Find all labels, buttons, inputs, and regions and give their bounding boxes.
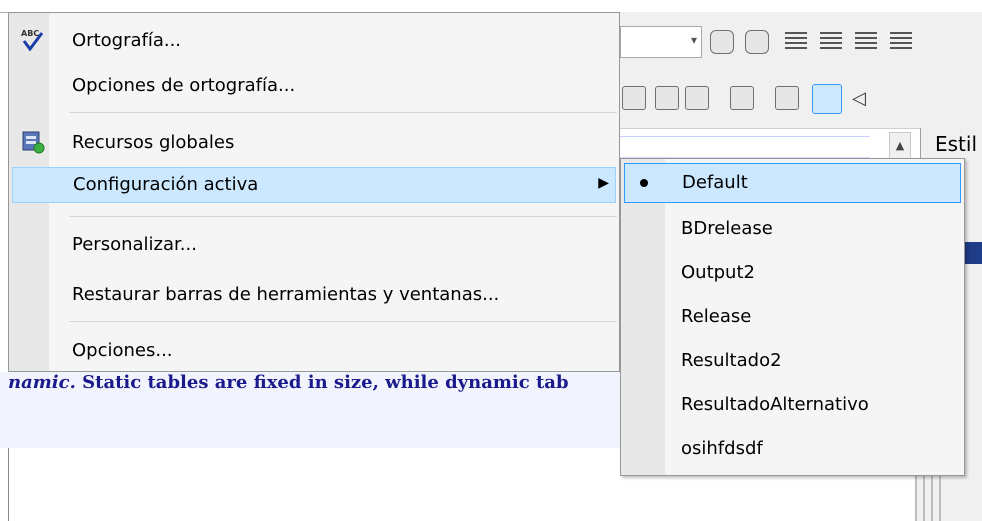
submenu-item-label: Resultado2: [681, 350, 782, 371]
scroll-up-button[interactable]: ▲: [889, 132, 911, 160]
spellcheck-icon: ABC: [21, 29, 44, 52]
document-text: namic. Static tables are fixed in size, …: [8, 372, 569, 393]
submenu-item-resultado-alternativo[interactable]: ResultadoAlternativo: [624, 385, 961, 425]
chevron-down-icon[interactable]: ▾: [691, 33, 697, 47]
align-center-icon[interactable]: [820, 32, 842, 52]
copy-icon[interactable]: [730, 86, 754, 110]
menu-item-label: Configuración activa: [73, 174, 259, 195]
menu-item-label: Ortografía...: [72, 30, 182, 51]
menu-item-customize[interactable]: Personalizar...: [12, 227, 616, 263]
menu-separator: [69, 321, 617, 322]
menu-item-global-resources[interactable]: Recursos globales: [12, 125, 616, 161]
svg-text:ABC: ABC: [21, 29, 39, 38]
editor-input-line[interactable]: [620, 136, 870, 160]
menu-item-label: Personalizar...: [72, 234, 197, 255]
menu-item-restore-toolbars[interactable]: Restaurar barras de herramientas y venta…: [12, 277, 616, 313]
save-all-icon[interactable]: [655, 86, 679, 110]
align-left-icon[interactable]: [785, 32, 807, 52]
align-right-icon[interactable]: [855, 32, 877, 52]
submenu-item-label: ResultadoAlternativo: [681, 394, 869, 415]
document-text-italic: namic.: [8, 372, 76, 393]
document-text-rest: Static tables are fixed in size, while d…: [75, 372, 569, 393]
submenu-item-label: BDrelease: [681, 218, 773, 239]
submenu-item-label: osihfdsdf: [681, 438, 763, 459]
justify-icon[interactable]: [890, 32, 912, 52]
document-border: [8, 448, 9, 521]
menu-item-label: Restaurar barras de herramientas y venta…: [72, 284, 500, 305]
menu-item-label: Recursos globales: [72, 132, 235, 153]
insert-toolbar: ◁: [620, 70, 982, 129]
edit-document-icon[interactable]: [775, 86, 799, 110]
selected-indicator: [625, 164, 665, 202]
submenu-item-release[interactable]: Release: [624, 297, 961, 337]
submenu-item-label: Default: [682, 172, 748, 193]
menu-separator: [69, 216, 617, 217]
bullet-icon: [640, 179, 648, 187]
submenu-item-label: Release: [681, 306, 752, 327]
menu-item-active-configuration[interactable]: Configuración activa ▶: [12, 167, 616, 203]
rounded-box-icon[interactable]: [710, 30, 734, 54]
submenu-item-resultado2[interactable]: Resultado2: [624, 341, 961, 381]
submenu-item-label: Output2: [681, 262, 755, 283]
back-arrow-icon[interactable]: ◁: [852, 88, 866, 109]
global-resources-icon: [22, 131, 45, 154]
menu-item-spelling-options[interactable]: Opciones de ortografía...: [12, 68, 616, 104]
refresh-icon[interactable]: [685, 86, 709, 110]
menu-item-label: Opciones de ortografía...: [72, 75, 296, 96]
menu-separator: [69, 112, 617, 113]
save-template-icon[interactable]: [622, 86, 646, 110]
box-shadow-icon[interactable]: [745, 30, 769, 54]
style-combo[interactable]: ▾: [620, 26, 702, 58]
submenu-item-osihfdsdf[interactable]: osihfdsdf: [624, 429, 961, 469]
menu-item-spelling[interactable]: ABC Ortografía...: [12, 23, 616, 59]
panel-selected-row[interactable]: [965, 242, 982, 264]
submenu-item-output2[interactable]: Output2: [624, 253, 961, 293]
cross-tool-icon[interactable]: [812, 84, 842, 114]
active-configuration-submenu: Default BDrelease Output2 Release Result…: [620, 158, 965, 476]
submenu-item-default[interactable]: Default: [624, 163, 961, 203]
styles-panel-label: Estil: [935, 132, 978, 156]
menu-item-label: Opciones...: [72, 340, 173, 361]
submenu-item-bdrelease[interactable]: BDrelease: [624, 209, 961, 249]
submenu-arrow-icon: ▶: [598, 175, 609, 191]
menu-item-options[interactable]: Opciones...: [12, 333, 616, 369]
panel-splitter[interactable]: [915, 470, 945, 521]
document-area[interactable]: [0, 448, 620, 521]
tools-menu: ABC Ortografía... Opciones de ortografía…: [8, 12, 620, 372]
formatting-toolbar: ▾: [620, 12, 982, 71]
